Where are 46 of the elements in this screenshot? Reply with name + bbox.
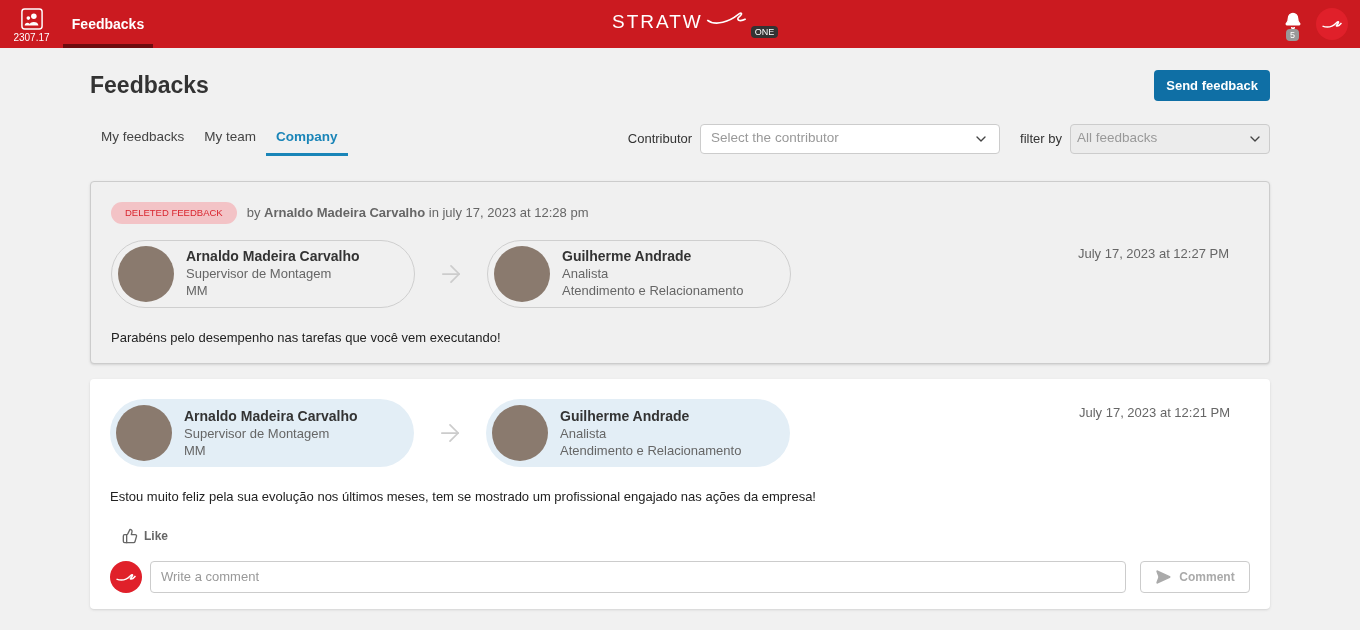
avatar-photo-placeholder	[116, 405, 172, 462]
person-role: Supervisor de Montagem	[184, 424, 331, 442]
users-icon[interactable]	[20, 8, 43, 30]
person-department: Atendimento e Relacionamento	[560, 441, 742, 459]
version-label: 2307.17	[13, 32, 50, 44]
person-role: Supervisor de Montagem	[186, 265, 333, 283]
send-feedback-button[interactable]: Send feedback	[1154, 69, 1270, 101]
person-department: MM	[184, 441, 207, 459]
person-name: Arnaldo Madeira Carvalho	[184, 407, 358, 425]
tab[interactable]: My team	[194, 121, 267, 156]
filter-label: filter by	[1020, 129, 1062, 148]
signature-logo-icon	[116, 572, 136, 581]
person-role: Analista	[560, 424, 608, 442]
notification-count: 5	[1286, 29, 1299, 41]
person-department: Atendimento e Relacionamento	[562, 282, 744, 300]
contributor-select[interactable]: Select the contributor	[700, 123, 1001, 154]
person-name: Guilherme Andrade	[560, 407, 691, 425]
avatar-photo-placeholder	[118, 245, 174, 302]
comment-input[interactable]: Write a comment	[150, 560, 1126, 593]
select-value: All feedbacks	[1077, 129, 1158, 148]
person-role: Analista	[562, 265, 610, 283]
person-name: Arnaldo Madeira Carvalho	[186, 248, 360, 266]
send-icon	[1155, 568, 1172, 585]
person-name: Guilherme Andrade	[562, 248, 693, 266]
tab[interactable]: Company	[266, 121, 348, 156]
avatar-photo-placeholder	[494, 245, 550, 302]
feedback-message: Estou muito feliz pela sua evolução nos últimos meses, tem se mostrado um profissional engajado nas ações da empresa!	[110, 488, 817, 507]
logo-badge: ONE	[750, 26, 779, 38]
feedback-message: Parabéns pelo desempenho nas tarefas que você vem executando!	[111, 328, 502, 347]
nav-tab[interactable]: Feedbacks	[63, 0, 153, 48]
thumbs-up-icon	[122, 527, 138, 544]
like-button[interactable]: Like	[122, 526, 168, 545]
page-title: Feedbacks	[90, 71, 209, 100]
avatar-photo-placeholder	[492, 405, 548, 462]
user-avatar[interactable]	[1316, 8, 1348, 40]
tab[interactable]: My feedbacks	[91, 121, 195, 156]
contributor-label: Contributor	[627, 129, 693, 148]
logo-text: STRATW	[612, 12, 703, 32]
deleted-by-text: by Arnaldo Madeira Carvalho in july 17, 2023 at 12:28 pm	[246, 203, 589, 222]
signature-logo-icon	[1322, 20, 1342, 28]
deleted-badge: DELETED FEEDBACK	[111, 201, 237, 224]
person-department: MM	[186, 282, 209, 300]
feedback-date: July 17, 2023 at 12:27 PM	[1077, 244, 1229, 263]
notifications-icon[interactable]	[1284, 12, 1302, 30]
feedback-date: July 17, 2023 at 12:21 PM	[1078, 404, 1230, 423]
select-placeholder: Select the contributor	[711, 129, 839, 148]
